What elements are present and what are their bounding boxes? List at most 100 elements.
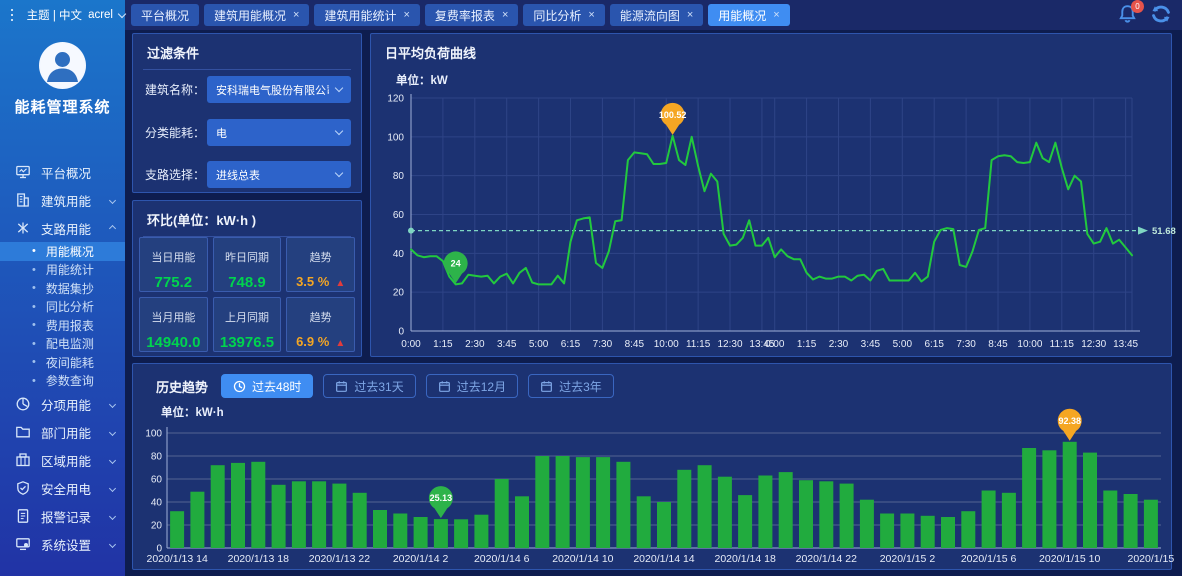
notification-badge: 0 xyxy=(1131,0,1144,13)
energy-type-label: 分类能耗： xyxy=(145,124,207,141)
range-button-48h[interactable]: 过去48时 xyxy=(221,374,313,398)
bar-19 xyxy=(556,456,570,548)
bar-34 xyxy=(860,500,874,548)
tab-5[interactable]: 能源流向图× xyxy=(610,4,703,26)
tab-0[interactable]: 平台概况 xyxy=(131,4,199,26)
range-button-12m[interactable]: 过去12月 xyxy=(426,374,518,398)
svg-text:40: 40 xyxy=(151,498,163,509)
svg-text:10:00: 10:00 xyxy=(1017,339,1042,350)
svg-text:80: 80 xyxy=(151,452,163,463)
svg-text:6:15: 6:15 xyxy=(561,339,581,350)
tab-close-icon[interactable]: × xyxy=(588,9,594,21)
bar-14 xyxy=(454,519,468,548)
bar-32 xyxy=(819,481,833,548)
sidebar-subitem-2-6[interactable]: •夜间能耗 xyxy=(0,353,125,372)
user-label: acrel xyxy=(88,9,113,21)
tab-close-icon[interactable]: × xyxy=(502,9,508,21)
chevron-up-icon xyxy=(109,224,116,231)
bar-39 xyxy=(961,511,975,548)
svg-text:2020/1/15 2: 2020/1/15 2 xyxy=(880,553,936,565)
tab-close-icon[interactable]: × xyxy=(293,9,299,21)
bar-8 xyxy=(332,484,346,548)
bar-27 xyxy=(718,477,732,548)
region-icon xyxy=(15,452,31,468)
tab-6[interactable]: 用能概况× xyxy=(708,4,789,26)
sidebar-item-0[interactable]: 平台概况 xyxy=(0,158,125,186)
sidebar-subitem-label: 参数查询 xyxy=(46,372,94,389)
tab-3[interactable]: 复费率报表× xyxy=(425,4,518,26)
svg-text:2020/1/14 10: 2020/1/14 10 xyxy=(552,553,613,565)
bar-25 xyxy=(677,470,691,548)
sidebar-subitem-label: 夜间能耗 xyxy=(46,354,94,371)
system-title: 能耗管理系统 xyxy=(0,96,125,117)
sidebar-subitem-2-3[interactable]: • 同比分析 xyxy=(0,298,125,317)
sidebar-item-2[interactable]: 支路用能 xyxy=(0,214,125,242)
sidebar-item-7[interactable]: 报警记录 xyxy=(0,502,125,530)
stat-value: 775.2 xyxy=(140,274,207,291)
stat-value: 748.9 xyxy=(214,274,281,291)
sidebar-item-3[interactable]: 分项用能 xyxy=(0,390,125,418)
bullet-icon: • xyxy=(32,338,36,350)
bar-36 xyxy=(900,514,914,549)
theme-user-menu[interactable]: 主题 | 中文 acrel xyxy=(27,7,125,23)
bullet-icon: • xyxy=(32,282,36,294)
range-button-31d[interactable]: 过去31天 xyxy=(323,374,415,398)
main-content: 过滤条件 建筑名称： 安科瑞电气股份有限公司A楼 分类能耗： 电 支路选择： xyxy=(125,30,1182,576)
sidebar-subitem-2-1[interactable]: •用能统计 xyxy=(0,261,125,280)
tab-close-icon[interactable]: × xyxy=(403,9,409,21)
tab-close-icon[interactable]: × xyxy=(773,9,779,21)
tab-label: 建筑用能概况 xyxy=(214,7,286,24)
sidebar-subitem-2-4[interactable]: •费用报表 xyxy=(0,316,125,335)
sidebar-subitem-2-5[interactable]: •配电监测 xyxy=(0,335,125,354)
stat-label: 当月用能 xyxy=(140,309,207,325)
sidebar-item-5[interactable]: 区域用能 xyxy=(0,446,125,474)
branch-select[interactable]: 进线总表 xyxy=(207,161,351,188)
svg-text:100: 100 xyxy=(387,132,404,143)
range-button-3y[interactable]: 过去3年 xyxy=(528,374,614,398)
bar-12 xyxy=(414,517,428,548)
stat-value: 3.5 %▲ xyxy=(287,274,354,289)
sidebar-subitem-2-7[interactable]: •参数查询 xyxy=(0,372,125,391)
bullet-icon: • xyxy=(32,301,36,313)
sidebar-subitem-label: 数据集抄 xyxy=(46,280,94,297)
stat-label: 趋势 xyxy=(287,249,354,265)
bar-44 xyxy=(1063,442,1077,548)
sidebar-item-8[interactable]: 系统设置 xyxy=(0,530,125,558)
bar-23 xyxy=(637,496,651,548)
bar-17 xyxy=(515,496,529,548)
bar-29 xyxy=(758,476,772,549)
chevron-down-icon xyxy=(118,9,126,17)
tab-close-icon[interactable]: × xyxy=(687,9,693,21)
sidebar-item-4[interactable]: 部门用能 xyxy=(0,418,125,446)
tab-1[interactable]: 建筑用能概况 × xyxy=(204,4,309,26)
settings-icon xyxy=(15,536,31,552)
tab-2[interactable]: 建筑用能统计× xyxy=(314,4,419,26)
refresh-button[interactable] xyxy=(1150,3,1172,30)
energy-type-select[interactable]: 电 xyxy=(207,119,351,146)
svg-text:7:30: 7:30 xyxy=(593,339,613,350)
sidebar-item-6[interactable]: 安全用电 xyxy=(0,474,125,502)
svg-text:6:15: 6:15 xyxy=(924,339,944,350)
sidebar-subitem-2-0[interactable]: •用能概况 xyxy=(0,242,125,261)
svg-text:13:45: 13:45 xyxy=(1113,339,1138,350)
bar-26 xyxy=(698,465,712,548)
tab-4[interactable]: 同比分析× xyxy=(523,4,604,26)
sidebar-subitem-label: 同比分析 xyxy=(46,298,94,315)
sidebar-item-1[interactable]: 建筑用能 xyxy=(0,186,125,214)
sidebar-subitem-2-2[interactable]: • 数据集抄 xyxy=(0,279,125,298)
notifications-button[interactable]: 0 xyxy=(1118,4,1137,30)
ratio-panel-title: 环比(单位：kW·h ) xyxy=(133,201,361,236)
chevron-down-icon xyxy=(109,456,116,463)
hamburger-menu-icon[interactable] xyxy=(11,6,13,24)
min-marker: 24 xyxy=(444,251,468,283)
chevron-down-icon xyxy=(109,428,116,435)
stat-value: 13976.5 xyxy=(214,334,281,351)
bar-43 xyxy=(1042,450,1056,548)
building-name-select[interactable]: 安科瑞电气股份有限公司A楼 xyxy=(207,76,351,103)
svg-text:100.52: 100.52 xyxy=(659,110,687,120)
sidebar-item-label: 区域用能 xyxy=(41,451,91,470)
svg-text:20: 20 xyxy=(393,288,405,299)
stat-cell-month-trend: 趋势 6.9 %▲ xyxy=(286,297,355,352)
max-marker: 92.38 xyxy=(1058,409,1082,441)
svg-text:5:00: 5:00 xyxy=(529,339,549,350)
